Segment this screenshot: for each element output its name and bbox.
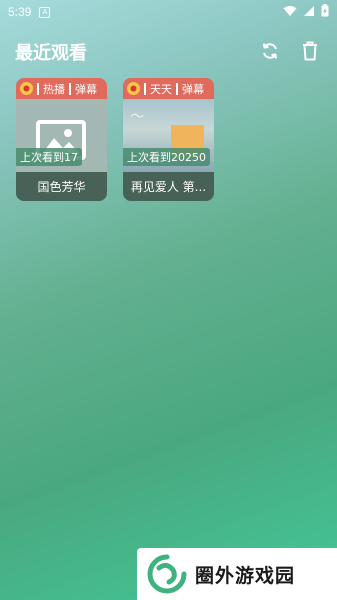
tag-bar: 热播 弹幕 xyxy=(16,78,107,99)
watermark: 圈外游戏园 xyxy=(137,548,337,600)
watermark-text: 圈外游戏园 xyxy=(195,564,296,587)
tag-source: 热播 xyxy=(43,82,65,96)
tag-divider xyxy=(176,82,178,95)
source-logo-icon xyxy=(127,82,140,95)
tag-divider xyxy=(37,82,39,95)
item-title: 国色芳华 xyxy=(16,172,107,201)
watch-progress: 上次看到20250 xyxy=(123,148,210,166)
poster-art: 〜 xyxy=(129,109,143,125)
watch-progress: 上次看到17 xyxy=(16,148,82,166)
tag-divider xyxy=(144,82,146,95)
notification-icon: A xyxy=(39,6,51,18)
signal-icon xyxy=(304,5,314,16)
header-actions xyxy=(259,40,321,62)
battery-icon xyxy=(321,4,329,17)
page-title: 最近观看 xyxy=(15,43,87,64)
watermark-logo-icon xyxy=(147,554,187,594)
tag-divider xyxy=(69,82,71,95)
source-logo-icon xyxy=(20,82,33,95)
recent-item-card[interactable]: 热播 弹幕 上次看到17 国色芳华 xyxy=(16,78,107,201)
status-time: 5:39 xyxy=(8,5,32,19)
tag-source: 天天 xyxy=(150,82,172,96)
tag-danmaku: 弹幕 xyxy=(182,82,204,96)
trash-icon[interactable] xyxy=(299,40,321,62)
status-bar: 5:39 A xyxy=(0,0,337,24)
recent-grid: 热播 弹幕 上次看到17 国色芳华 〜 天天 弹幕 上次看到20250 再见爱人… xyxy=(16,78,214,201)
wifi-icon xyxy=(283,5,297,16)
sync-icon[interactable] xyxy=(259,40,281,62)
status-icons xyxy=(283,4,329,17)
tag-bar: 天天 弹幕 xyxy=(123,78,214,99)
item-title: 再见爱人 第... xyxy=(123,172,214,201)
recent-item-card[interactable]: 〜 天天 弹幕 上次看到20250 再见爱人 第... xyxy=(123,78,214,201)
tag-danmaku: 弹幕 xyxy=(75,82,97,96)
app-header: 最近观看 xyxy=(0,32,337,72)
